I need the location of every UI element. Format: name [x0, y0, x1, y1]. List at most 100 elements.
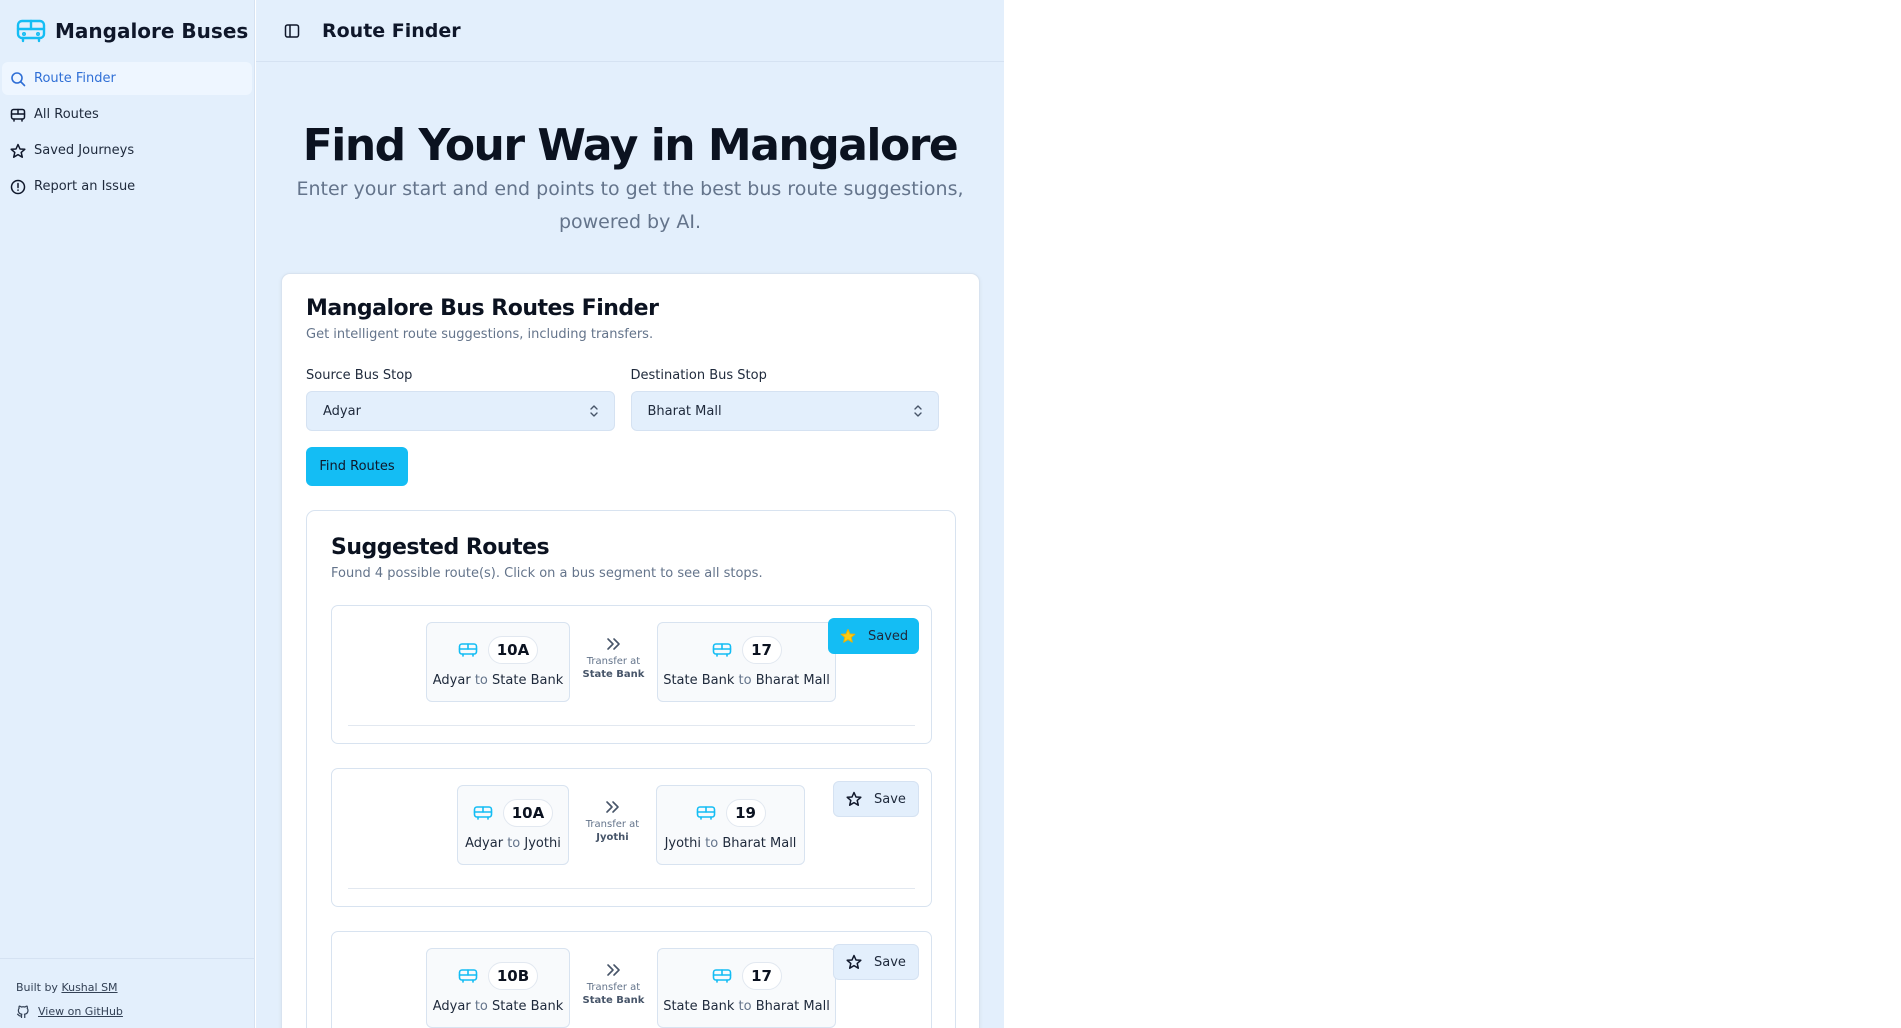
star-icon	[846, 954, 862, 970]
segment-from: State Bank	[663, 999, 735, 1014]
bus-number-badge: 19	[725, 799, 766, 827]
hero: Find Your Way in Mangalore Enter your st…	[256, 62, 1004, 239]
transfer-indicator: Transfer at State Bank	[570, 948, 657, 1006]
chevrons-right-icon	[605, 962, 623, 978]
sidebar-item-route-finder[interactable]: Route Finder	[2, 62, 252, 95]
transfer-stop: State Bank	[582, 995, 645, 1006]
bus-number-badge: 17	[741, 962, 782, 990]
segment-from: Adyar	[465, 836, 504, 851]
app-name: Mangalore Buses	[55, 19, 249, 43]
sidebar-footer: Built by Kushal SM View on GitHub	[0, 958, 254, 1028]
results-title: Suggested Routes	[331, 535, 550, 560]
connector-word: to	[738, 999, 752, 1014]
destination-select[interactable]: Bharat Mall	[630, 391, 939, 431]
page-title: Route Finder	[322, 19, 461, 42]
transfer-stop: State Bank	[582, 669, 645, 680]
built-by: Built by Kushal SM	[16, 975, 254, 999]
bus-segment[interactable]: 10B Adyar to State Bank	[426, 948, 570, 1028]
connector-word: to	[738, 673, 752, 688]
bus-logo-icon	[16, 19, 46, 43]
sidebar-toggle-icon[interactable]	[284, 23, 300, 39]
connector-word: to	[507, 836, 521, 851]
transfer-label: Transfer at	[586, 982, 641, 993]
bus-icon	[458, 968, 478, 984]
connector-word: to	[474, 999, 488, 1014]
source-field: Source Bus Stop Adyar	[306, 368, 615, 431]
segment-from: Adyar	[432, 673, 471, 688]
sidebar-item-label: Route Finder	[34, 71, 116, 86]
sidebar-item-report-issue[interactable]: Report an Issue	[2, 170, 252, 203]
bus-icon	[458, 642, 478, 658]
segment-description: Jyothi to Bharat Mall	[665, 836, 797, 851]
save-button[interactable]: Save	[833, 781, 919, 817]
built-by-prefix: Built by	[16, 980, 58, 994]
sidebar-nav: Route Finder All Routes Saved Journeys R…	[0, 62, 254, 203]
find-routes-button[interactable]: Find Routes	[306, 447, 408, 486]
connector-word: to	[705, 836, 719, 851]
bus-segment[interactable]: 17 State Bank to Bharat Mall	[657, 622, 836, 702]
bus-segment[interactable]: 19 Jyothi to Bharat Mall	[656, 785, 805, 865]
saved-button[interactable]: Saved	[828, 618, 919, 654]
sidebar-item-label: Saved Journeys	[34, 143, 135, 158]
hero-title: Find Your Way in Mangalore	[302, 120, 959, 171]
segment-to: Bharat Mall	[722, 836, 797, 851]
source-select[interactable]: Adyar	[306, 391, 615, 431]
sidebar-item-all-routes[interactable]: All Routes	[2, 98, 252, 131]
sidebar-item-saved-journeys[interactable]: Saved Journeys	[2, 134, 252, 167]
finder-title: Mangalore Bus Routes Finder	[306, 296, 659, 321]
segment-to: State Bank	[492, 673, 564, 688]
author-link[interactable]: Kushal SM	[61, 981, 117, 994]
bus-segment[interactable]: 17 State Bank to Bharat Mall	[657, 948, 836, 1028]
suggested-routes: Suggested Routes Found 4 possible route(…	[306, 510, 956, 1028]
bus-icon	[696, 805, 716, 821]
github-icon	[16, 1004, 30, 1018]
transfer-label: Transfer at	[586, 656, 641, 667]
segment-description: Adyar to Jyothi	[465, 836, 561, 851]
brand[interactable]: Mangalore Buses	[0, 0, 254, 62]
divider	[348, 888, 915, 889]
github-row: View on GitHub	[16, 999, 254, 1023]
star-filled-icon	[840, 628, 856, 644]
source-value: Adyar	[323, 403, 361, 419]
stop-fields: Source Bus Stop Adyar Destination Bus St…	[306, 368, 955, 431]
chevrons-right-icon	[605, 636, 623, 652]
route-segments: 10A Adyar to Jyothi Transfer at Jyothi 1…	[457, 785, 805, 865]
bus-number-badge: 17	[741, 636, 782, 664]
alert-circle-icon	[10, 179, 26, 195]
route-segments: 10B Adyar to State Bank Transfer at Stat…	[426, 948, 836, 1028]
destination-field: Destination Bus Stop Bharat Mall	[630, 368, 939, 431]
route-card: 10A Adyar to Jyothi Transfer at Jyothi 1…	[331, 768, 932, 907]
bus-icon	[712, 642, 732, 658]
transfer-stop: Jyothi	[596, 832, 629, 843]
star-icon	[846, 791, 862, 807]
route-segments: 10A Adyar to State Bank Transfer at Stat…	[426, 622, 836, 702]
sidebar-item-label: Report an Issue	[34, 179, 136, 194]
connector-word: to	[474, 673, 488, 688]
transfer-indicator: Transfer at Jyothi	[569, 785, 656, 843]
segment-from: Jyothi	[664, 836, 701, 851]
segment-from: Adyar	[432, 999, 471, 1014]
save-label: Save	[874, 954, 906, 970]
segment-description: Adyar to State Bank	[433, 673, 563, 688]
segment-description: Adyar to State Bank	[433, 999, 563, 1014]
route-card: 10A Adyar to State Bank Transfer at Stat…	[331, 605, 932, 744]
github-link[interactable]: View on GitHub	[38, 1005, 123, 1018]
bus-segment[interactable]: 10A Adyar to Jyothi	[457, 785, 569, 865]
destination-label: Destination Bus Stop	[630, 368, 767, 383]
results-subtitle: Found 4 possible route(s). Click on a bu…	[331, 566, 763, 581]
route-card: 10B Adyar to State Bank Transfer at Stat…	[331, 931, 932, 1028]
bus-number-badge: 10B	[487, 962, 539, 990]
source-label: Source Bus Stop	[306, 368, 413, 383]
chevron-up-down-icon	[912, 404, 924, 418]
segment-from: State Bank	[663, 673, 735, 688]
top-bar: Route Finder	[256, 0, 1004, 62]
route-finder-card: Mangalore Bus Routes Finder Get intellig…	[281, 273, 980, 1028]
chevrons-right-icon	[604, 799, 622, 815]
segment-to: Jyothi	[524, 836, 561, 851]
divider	[348, 725, 915, 726]
bus-icon	[712, 968, 732, 984]
save-button[interactable]: Save	[833, 944, 919, 980]
segment-description: State Bank to Bharat Mall	[663, 999, 830, 1014]
bus-segment[interactable]: 10A Adyar to State Bank	[426, 622, 570, 702]
finder-subtitle: Get intelligent route suggestions, inclu…	[306, 327, 654, 342]
